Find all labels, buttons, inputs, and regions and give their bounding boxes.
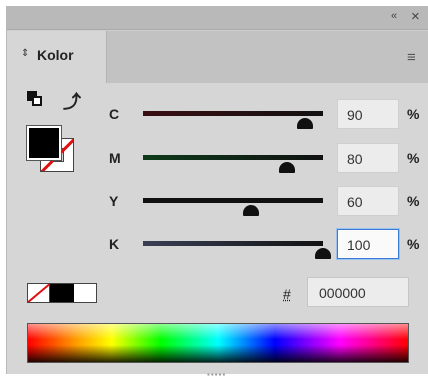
resize-grip-icon[interactable]: ▪▪▪▪▪ xyxy=(207,370,226,377)
tab-kolor[interactable]: ⇕ Kolor xyxy=(7,31,107,83)
value-input-k[interactable]: 100 xyxy=(337,229,399,259)
slider-track[interactable] xyxy=(143,198,323,203)
slider-track[interactable] xyxy=(143,111,323,116)
slider-row-m: M 80% xyxy=(7,143,428,173)
panel-content: ⤴ C 90% M 80% Y 60% K 100% # 000000 ▪▪▪▪▪ xyxy=(7,83,428,377)
slider-row-y: Y 60% xyxy=(7,186,428,216)
close-icon[interactable]: × xyxy=(411,8,420,25)
black-swatch[interactable] xyxy=(50,284,74,302)
hex-input[interactable]: 000000 xyxy=(307,277,409,307)
color-panel: « × ⇕ Kolor ≡ ⤴ C 90% M 80% Y 60% K 100% # 0000… xyxy=(6,6,428,377)
slider-track[interactable] xyxy=(143,241,323,246)
percent-unit: % xyxy=(407,150,420,166)
slider-label: M xyxy=(109,150,121,166)
white-swatch[interactable] xyxy=(74,284,96,302)
tab-label: Kolor xyxy=(37,47,74,63)
slider-label: Y xyxy=(109,193,119,209)
value-input-y[interactable]: 60 xyxy=(337,186,399,216)
none-swatch[interactable] xyxy=(28,284,50,302)
hex-label: # xyxy=(283,286,291,302)
value-input-c[interactable]: 90 xyxy=(337,99,399,129)
percent-unit: % xyxy=(407,106,420,122)
collapse-icon[interactable]: « xyxy=(391,10,397,22)
slider-label: C xyxy=(109,106,120,122)
tab-options-icon[interactable]: ⇕ xyxy=(21,48,29,59)
percent-unit: % xyxy=(407,193,420,209)
slider-row-k: K 100% xyxy=(7,229,428,259)
panel-menu-icon[interactable]: ≡ xyxy=(407,49,416,66)
color-spectrum[interactable] xyxy=(27,323,409,363)
slider-row-c: C 90% xyxy=(7,99,428,129)
quick-swatches xyxy=(27,283,97,303)
slider-track[interactable] xyxy=(143,155,323,160)
slider-label: K xyxy=(109,236,120,252)
panel-titlebar: « × xyxy=(7,6,428,30)
value-input-m[interactable]: 80 xyxy=(337,143,399,173)
tab-row: ⇕ Kolor ≡ xyxy=(7,31,428,83)
percent-unit: % xyxy=(407,236,420,252)
